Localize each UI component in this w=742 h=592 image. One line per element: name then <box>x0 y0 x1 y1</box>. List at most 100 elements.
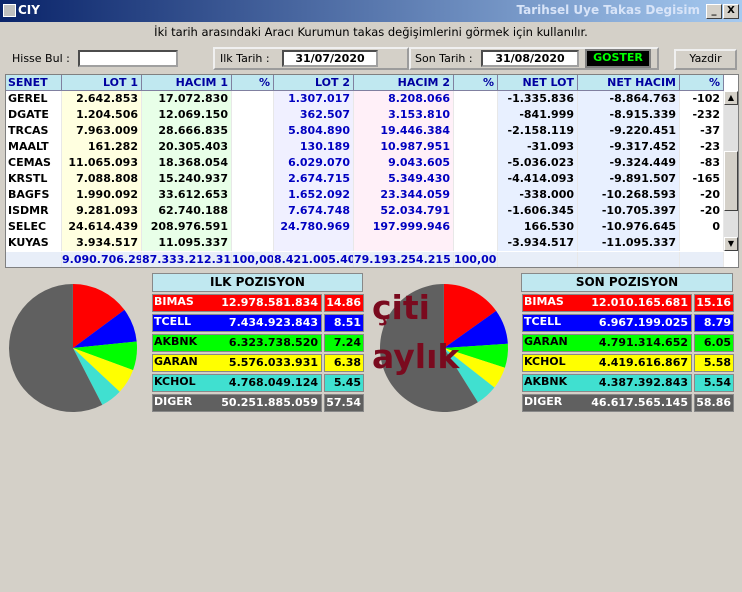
first-date-label: Ilk Tarih : <box>220 52 270 65</box>
position-percent: 8.51 <box>324 314 364 332</box>
table-cell: -165 <box>680 171 724 187</box>
table-cell: 208.976.591 <box>142 219 232 235</box>
last-date-label: Son Tarih : <box>415 52 473 65</box>
table-cell: -8.864.763 <box>578 91 680 107</box>
position-row: TCELL 6.967.199.025 8.79 <box>522 314 734 332</box>
position-name: DIGER <box>154 395 193 408</box>
position-percent: 58.86 <box>694 394 734 412</box>
position-name: TCELL <box>154 315 192 328</box>
table-cell: -102 <box>680 91 724 107</box>
table-cell <box>354 235 454 251</box>
app-icon[interactable] <box>3 4 16 17</box>
table-cell: 3.934.517 <box>62 235 142 251</box>
table-cell: 0 <box>680 219 724 235</box>
ilk-pozisyon-title: ILK POZISYON <box>152 273 363 292</box>
position-row: BIMAS 12.010.165.681 15.16 <box>522 294 734 312</box>
table-cell: -8.915.339 <box>578 107 680 123</box>
last-date-field[interactable]: 31/08/2020 <box>481 50 579 67</box>
table-cell: SELEC <box>6 219 62 235</box>
totals-cell: 100,00 <box>454 252 498 267</box>
table-cell: 10.987.951 <box>354 139 454 155</box>
table-cell <box>454 219 498 235</box>
position-percent: 15.16 <box>694 294 734 312</box>
search-input[interactable] <box>78 50 178 67</box>
table-cell: 2.674.715 <box>274 171 354 187</box>
position-row: TCELL 7.434.923.843 8.51 <box>152 314 364 332</box>
position-name: AKBNK <box>524 375 568 388</box>
table-cell: TRCAS <box>6 123 62 139</box>
table-cell <box>232 171 274 187</box>
scroll-down-icon[interactable]: ▼ <box>724 237 738 251</box>
table-cell: 9.043.605 <box>354 155 454 171</box>
column-header[interactable]: NET HACIM <box>578 75 680 91</box>
table-cell: -3.934.517 <box>498 235 578 251</box>
table-cell: 24.614.439 <box>62 219 142 235</box>
table-cell: -31.093 <box>498 139 578 155</box>
table-cell: 24.780.969 <box>274 219 354 235</box>
table-cell: 62.740.188 <box>142 203 232 219</box>
minimize-button[interactable]: _ <box>706 4 722 19</box>
column-header[interactable]: LOT 1 <box>62 75 142 91</box>
table-cell <box>454 91 498 107</box>
table-cell: 1.990.092 <box>62 187 142 203</box>
table-cell: 130.189 <box>274 139 354 155</box>
position-row: KCHOL 4.419.616.867 5.58 <box>522 354 734 372</box>
table-cell: -37 <box>680 123 724 139</box>
position-row: KCHOL 4.768.049.124 5.45 <box>152 374 364 392</box>
column-header[interactable]: NET LOT <box>498 75 578 91</box>
scroll-thumb[interactable] <box>724 151 738 211</box>
search-label: Hisse Bul : <box>12 52 70 65</box>
grid-scrollbar[interactable]: ▲ ▼ <box>724 91 738 251</box>
app-name: CIY <box>18 3 40 17</box>
column-header[interactable]: % <box>454 75 498 91</box>
table-cell: 166.530 <box>498 219 578 235</box>
table-cell: -23 <box>680 139 724 155</box>
table-cell <box>680 235 724 251</box>
table-cell <box>232 235 274 251</box>
print-button[interactable]: Yazdir <box>674 49 737 70</box>
title-bar: CIY Tarihsel Uye Takas Degisim _ X <box>0 0 742 22</box>
table-cell: -338.000 <box>498 187 578 203</box>
show-button[interactable]: GOSTER <box>585 49 651 68</box>
column-header[interactable]: HACIM 1 <box>142 75 232 91</box>
table-cell: 5.804.890 <box>274 123 354 139</box>
table-cell <box>232 187 274 203</box>
table-cell: 1.204.506 <box>62 107 142 123</box>
table-cell: KUYAS <box>6 235 62 251</box>
position-percent: 5.54 <box>694 374 734 392</box>
table-cell: 161.282 <box>62 139 142 155</box>
totals-cell: 8.421.005.406 <box>274 252 354 267</box>
overlay-text-line1: çiti <box>372 288 430 327</box>
data-grid[interactable]: SENET LOT 1 HACIM 1% LOT 2 HACIM 2% NET LOT NE… <box>5 74 739 268</box>
table-cell: 12.069.150 <box>142 107 232 123</box>
position-percent: 57.54 <box>324 394 364 412</box>
table-cell <box>232 219 274 235</box>
column-header[interactable]: SENET <box>6 75 62 91</box>
close-button[interactable]: X <box>723 4 739 19</box>
table-cell: 11.095.337 <box>142 235 232 251</box>
position-name: GARAN <box>524 335 568 348</box>
table-cell: -9.220.451 <box>578 123 680 139</box>
table-cell <box>454 187 498 203</box>
position-name: BIMAS <box>524 295 564 308</box>
table-cell <box>232 139 274 155</box>
column-header[interactable]: % <box>680 75 724 91</box>
table-cell: GEREL <box>6 91 62 107</box>
column-header[interactable]: % <box>232 75 274 91</box>
table-cell <box>232 107 274 123</box>
first-date-field[interactable]: 31/07/2020 <box>282 50 378 67</box>
position-percent: 6.05 <box>694 334 734 352</box>
position-row: GARAN 4.791.314.652 6.05 <box>522 334 734 352</box>
table-cell <box>232 123 274 139</box>
table-cell: 8.208.066 <box>354 91 454 107</box>
table-cell: MAALT <box>6 139 62 155</box>
position-name: BIMAS <box>154 295 194 308</box>
table-cell <box>454 123 498 139</box>
table-cell: -4.414.093 <box>498 171 578 187</box>
table-cell: 197.999.946 <box>354 219 454 235</box>
table-cell: -9.891.507 <box>578 171 680 187</box>
column-header[interactable]: LOT 2 <box>274 75 354 91</box>
column-header[interactable]: HACIM 2 <box>354 75 454 91</box>
table-cell: -10.268.593 <box>578 187 680 203</box>
scroll-up-icon[interactable]: ▲ <box>724 91 738 105</box>
